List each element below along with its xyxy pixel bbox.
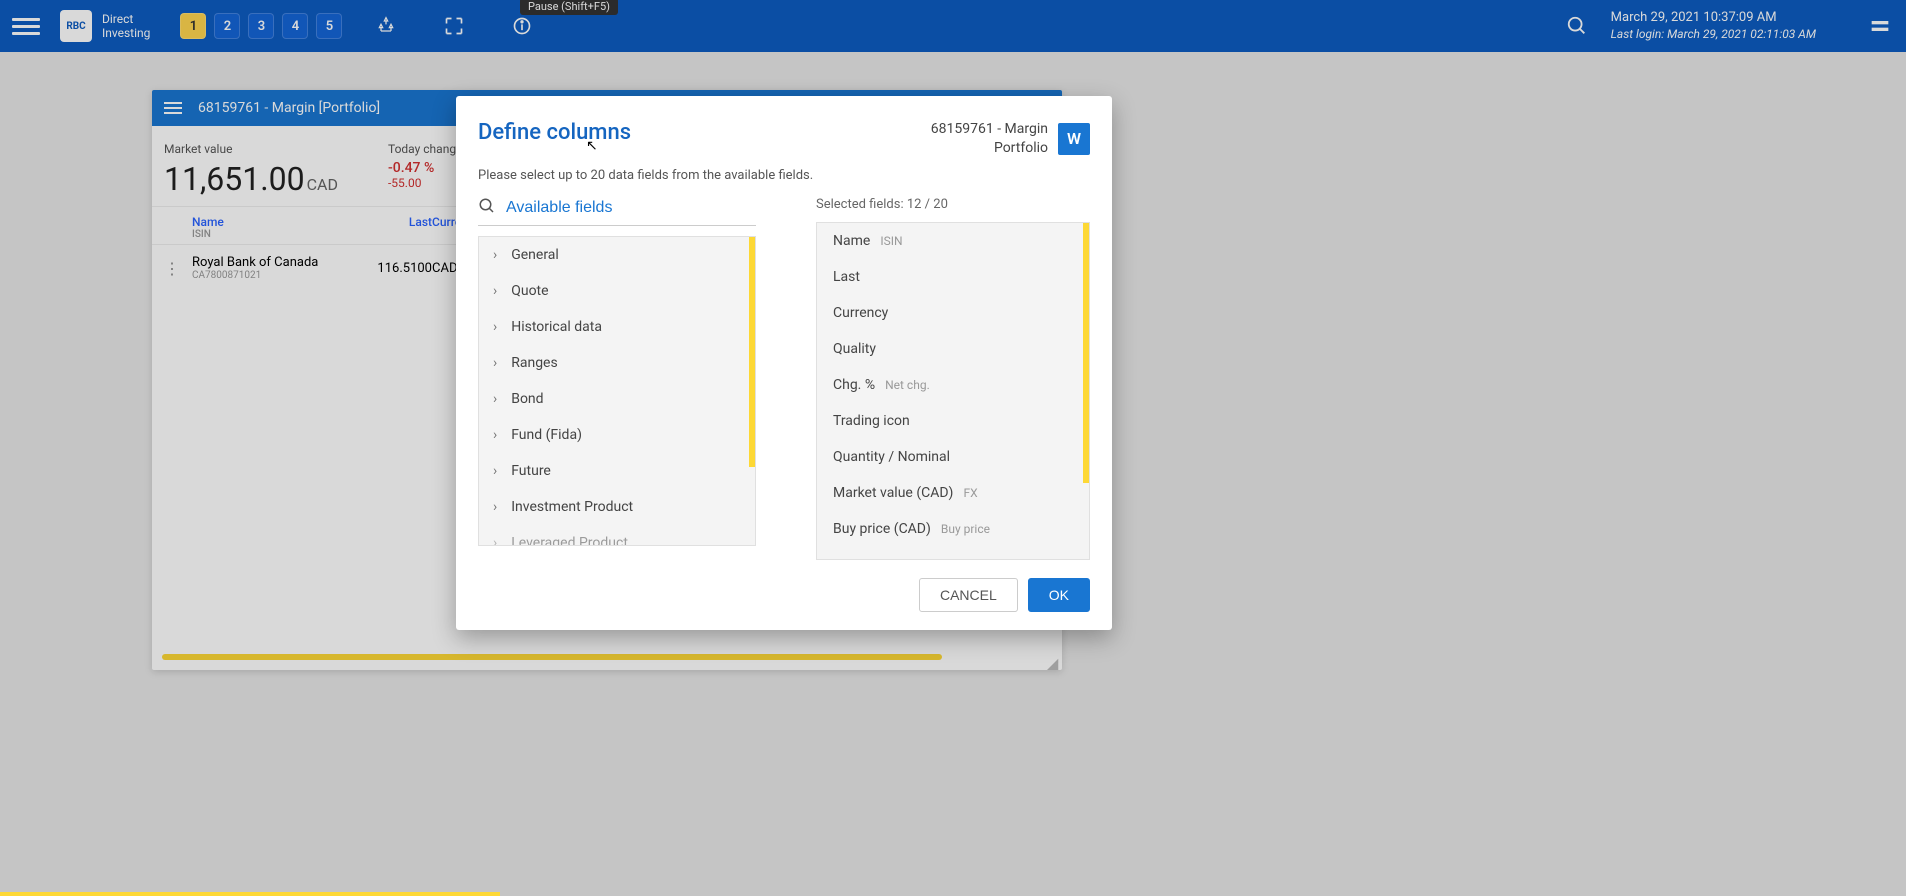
bottom-accent-bar bbox=[0, 892, 500, 896]
dialog-account: 68159761 - Margin Portfolio bbox=[931, 120, 1048, 158]
category-fund[interactable]: ›Fund (Fida) bbox=[479, 417, 755, 453]
selected-field-last[interactable]: Last bbox=[817, 259, 1089, 295]
selected-field-quantity[interactable]: Quantity / Nominal bbox=[817, 439, 1089, 475]
category-future[interactable]: ›Future bbox=[479, 453, 755, 489]
chevron-right-icon: › bbox=[493, 319, 497, 335]
ok-button[interactable]: OK bbox=[1028, 578, 1090, 612]
selected-field-buy-price[interactable]: Buy price (CAD)Buy price bbox=[817, 511, 1089, 547]
selected-field-chg[interactable]: Chg. %Net chg. bbox=[817, 367, 1089, 403]
selected-field-trading-icon[interactable]: Trading icon bbox=[817, 403, 1089, 439]
category-ranges[interactable]: ›Ranges bbox=[479, 345, 755, 381]
category-historical[interactable]: ›Historical data bbox=[479, 309, 755, 345]
chevron-right-icon: › bbox=[493, 427, 497, 443]
chevron-right-icon: › bbox=[493, 355, 497, 371]
category-leveraged-product[interactable]: ›Leveraged Product bbox=[479, 525, 755, 546]
selected-field-currency[interactable]: Currency bbox=[817, 295, 1089, 331]
chevron-right-icon: › bbox=[493, 283, 497, 299]
category-quote[interactable]: ›Quote bbox=[479, 273, 755, 309]
selected-fields-list: NameISIN Last Currency Quality Chg. %Net… bbox=[816, 222, 1090, 560]
search-input[interactable] bbox=[506, 199, 756, 217]
dialog-subtitle: Please select up to 20 data fields from … bbox=[478, 168, 1090, 183]
selected-field-name[interactable]: NameISIN bbox=[817, 223, 1089, 259]
account-badge: W bbox=[1058, 123, 1090, 155]
define-columns-dialog: Define columns 68159761 - Margin Portfol… bbox=[456, 96, 1112, 630]
vertical-scrollbar[interactable] bbox=[749, 237, 755, 467]
chevron-right-icon: › bbox=[493, 535, 497, 546]
category-investment-product[interactable]: ›Investment Product bbox=[479, 489, 755, 525]
vertical-scrollbar[interactable] bbox=[1083, 223, 1089, 483]
selected-count: Selected fields: 12 / 20 bbox=[816, 197, 1090, 212]
dialog-title: Define columns bbox=[478, 120, 631, 145]
selected-field-quality[interactable]: Quality bbox=[817, 331, 1089, 367]
chevron-right-icon: › bbox=[493, 499, 497, 515]
search-icon bbox=[478, 197, 496, 219]
chevron-right-icon: › bbox=[493, 247, 497, 263]
chevron-right-icon: › bbox=[493, 463, 497, 479]
category-bond[interactable]: ›Bond bbox=[479, 381, 755, 417]
chevron-right-icon: › bbox=[493, 391, 497, 407]
available-fields-list: ›General ›Quote ›Historical data ›Ranges… bbox=[478, 236, 756, 546]
search-fields[interactable] bbox=[478, 197, 756, 226]
category-general[interactable]: ›General bbox=[479, 237, 755, 273]
selected-field-market-value[interactable]: Market value (CAD)FX bbox=[817, 475, 1089, 511]
cancel-button[interactable]: CANCEL bbox=[919, 578, 1018, 612]
